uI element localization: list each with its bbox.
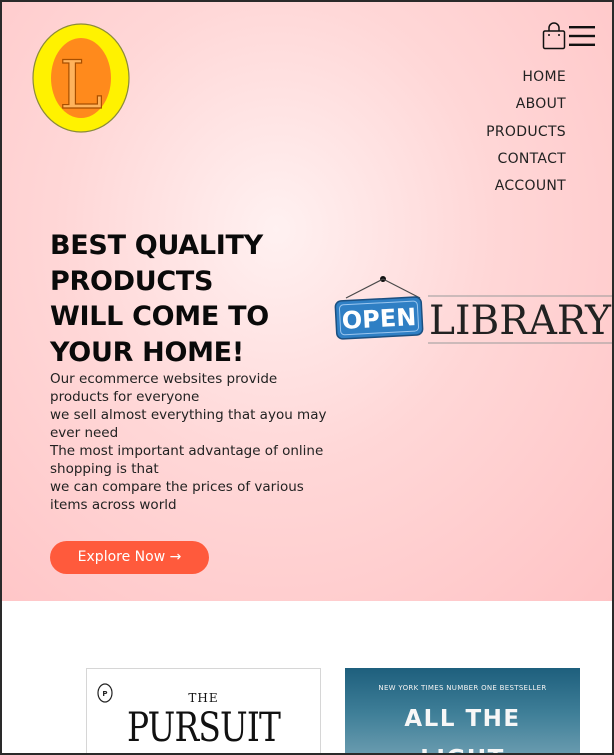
nav-item-about[interactable]: ABOUT [426,93,566,120]
sign-open-text: OPEN [341,303,417,335]
open-library-sign: OPEN LIBRARY [334,276,612,344]
hero-headline: BEST QUALITY PRODUCTS WILL COME TO YOUR … [50,228,340,370]
headline-line: PRODUCTS [50,265,214,297]
nav-item-account[interactable]: ACCOUNT [426,175,566,202]
product-card[interactable]: P THE PURSUIT [86,668,321,753]
book-cover-title: ALL THE [404,706,521,732]
main-nav: HOME ABOUT PRODUCTS CONTACT ACCOUNT [426,66,566,202]
book-cover-subtitle: THE [188,691,219,705]
nav-item-contact[interactable]: CONTACT [426,148,566,175]
description-line: we can compare the prices of various ite… [50,479,304,513]
sign-library-text: LIBRARY [429,298,612,344]
book-cover-title-continued: LIGHT [345,746,580,753]
shopping-bag-icon[interactable] [542,22,566,50]
logo-letter: L [59,47,103,124]
book-cover-tagline: NEW YORK TIMES NUMBER ONE BESTSELLER [378,684,547,692]
product-card[interactable]: NEW YORK TIMES NUMBER ONE BESTSELLER ALL… [345,668,580,753]
headline-line: YOUR HOME! [50,336,244,368]
description-line: The most important advantage of online s… [50,443,324,477]
explore-now-button[interactable]: Explore Now → [50,541,209,574]
page-frame: L HOME ABOUT PRODUCTS CONTACT ACCOUNT BE… [0,0,614,755]
nav-item-products[interactable]: PRODUCTS [426,121,566,148]
hero-description: Our ecommerce websites provide products … [50,370,340,514]
nav-item-home[interactable]: HOME [426,66,566,93]
hamburger-menu-icon[interactable] [568,24,596,48]
hero-section: L HOME ABOUT PRODUCTS CONTACT ACCOUNT BE… [2,2,612,601]
site-logo[interactable]: L [31,22,131,134]
description-line: we sell almost everything that ayou may … [50,407,327,441]
headline-line: WILL COME TO [50,301,269,332]
description-line: Our ecommerce websites provide products … [50,371,278,405]
book-cover-title: PURSUIT [126,705,281,751]
headline-line: BEST QUALITY [50,230,263,261]
